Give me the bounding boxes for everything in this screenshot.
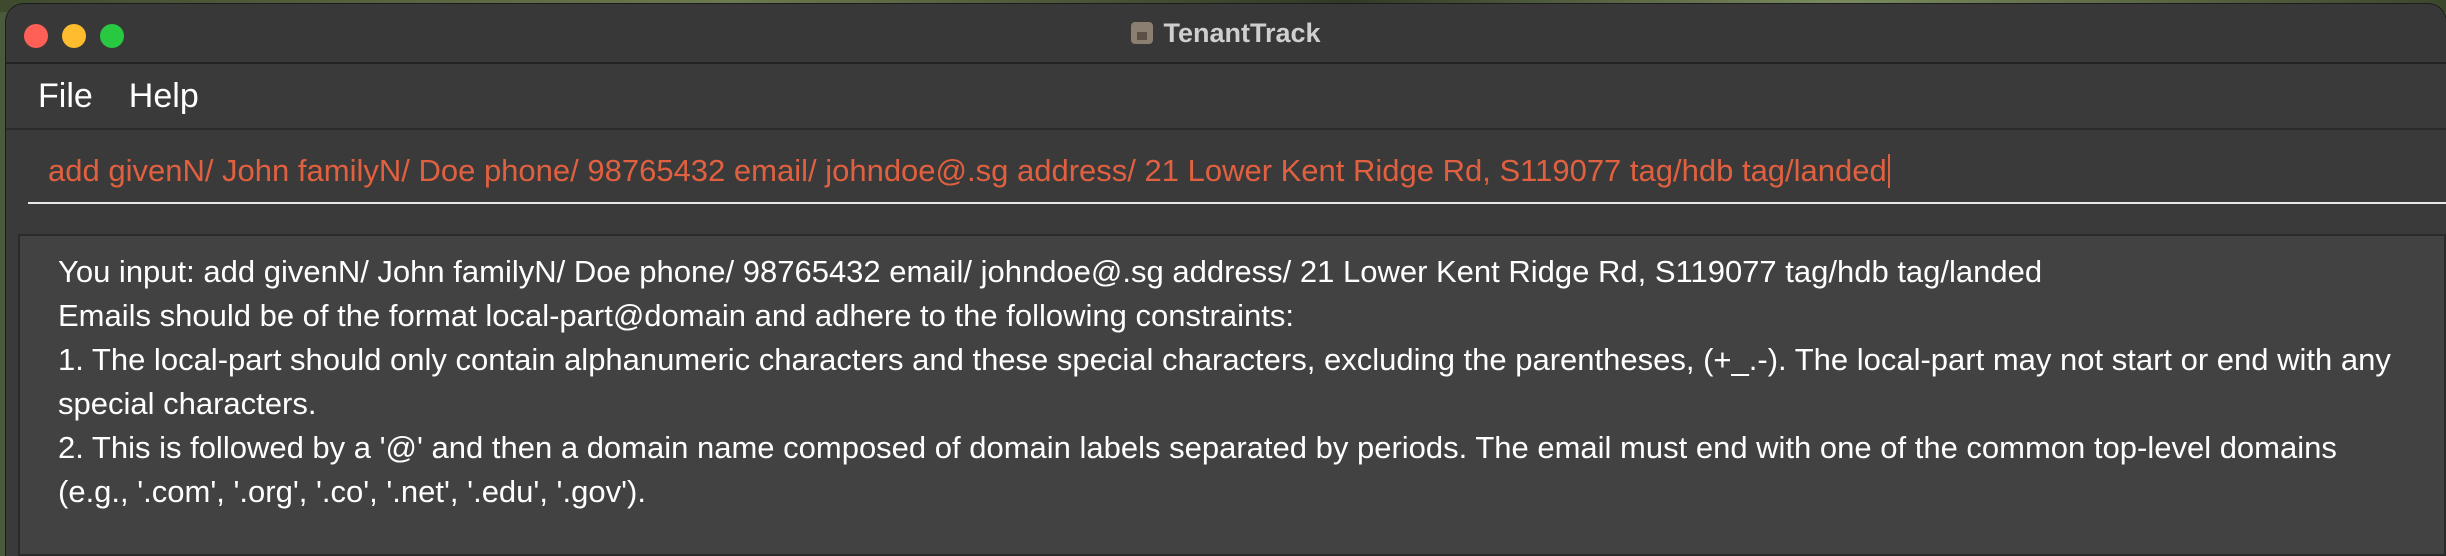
command-area: add givenN/ John familyN/ Doe phone/ 987…: [6, 130, 2446, 216]
maximize-window-button[interactable]: [100, 24, 124, 48]
window-title-group: TenantTrack: [1131, 17, 1321, 49]
close-window-button[interactable]: [24, 24, 48, 48]
minimize-window-button[interactable]: [62, 24, 86, 48]
title-bar: TenantTrack: [6, 4, 2446, 64]
text-caret: [1887, 154, 1890, 188]
command-input[interactable]: add givenN/ John familyN/ Doe phone/ 987…: [28, 140, 2446, 204]
result-display: You input: add givenN/ John familyN/ Doe…: [18, 234, 2446, 556]
menu-bar: File Help: [6, 64, 2446, 130]
result-line-email-format: Emails should be of the format local-par…: [58, 298, 1294, 333]
window-controls: [24, 24, 124, 48]
app-icon: [1131, 22, 1154, 44]
command-input-text: add givenN/ John familyN/ Doe phone/ 987…: [48, 153, 1887, 188]
menu-help[interactable]: Help: [129, 77, 199, 116]
result-line-input-echo: You input: add givenN/ John familyN/ Doe…: [58, 254, 2043, 289]
result-line-constraint-1: 1. The local-part should only contain al…: [58, 342, 2400, 421]
app-window: TenantTrack File Help add givenN/ John f…: [6, 4, 2446, 556]
window-title: TenantTrack: [1163, 17, 1321, 48]
menu-file[interactable]: File: [38, 77, 93, 116]
result-line-constraint-2: 2. This is followed by a '@' and then a …: [58, 430, 2346, 509]
